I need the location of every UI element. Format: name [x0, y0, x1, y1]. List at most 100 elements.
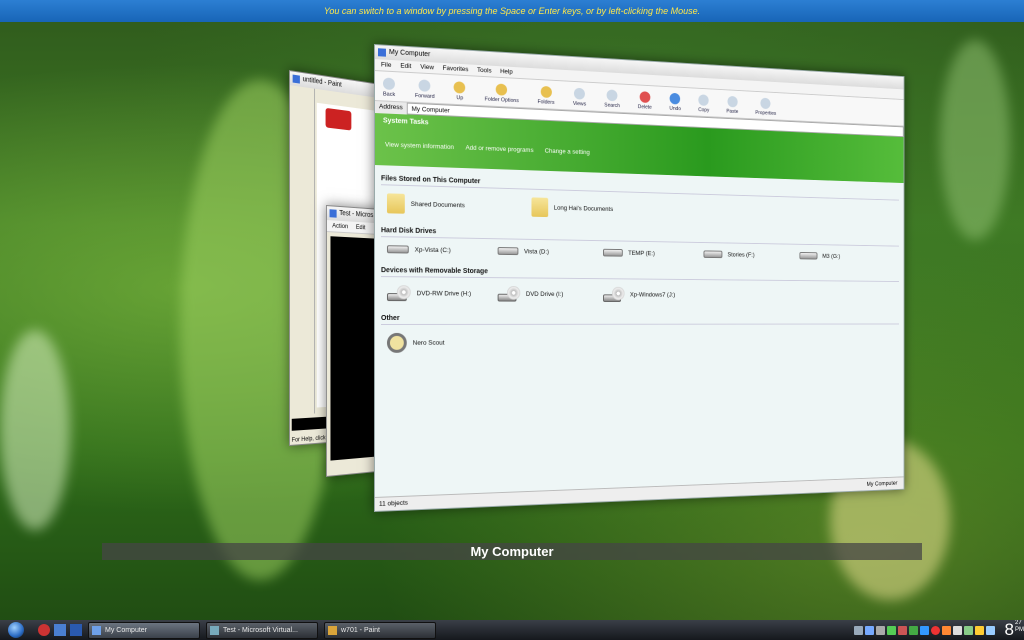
drive-i-item[interactable]: DVD Drive (I:)	[498, 286, 600, 302]
address-label: Address	[379, 101, 403, 114]
system-tray	[854, 626, 999, 635]
nero-scout-item[interactable]: Nero Scout	[387, 333, 494, 353]
menu-help[interactable]: Help	[500, 66, 513, 77]
copy-button[interactable]: Copy	[698, 94, 709, 113]
status-location: My Computer	[867, 478, 898, 492]
drive-c-item[interactable]: Xp-Vista (C:)	[387, 245, 494, 255]
computer-icon	[378, 48, 386, 56]
drive-j-item[interactable]: Xp-Windows7 (J:)	[603, 287, 700, 303]
hard-drive-icon	[603, 249, 623, 257]
drive-h-item[interactable]: DVD-RW Drive (H:)	[387, 285, 494, 301]
window-title: My Computer	[389, 49, 430, 58]
up-folder-icon	[454, 81, 466, 93]
tray-icon[interactable]	[898, 626, 907, 635]
tray-icon[interactable]	[865, 626, 874, 635]
change-setting-link[interactable]: Change a setting	[545, 148, 590, 156]
virtual-pc-icon	[330, 209, 337, 217]
volume-icon[interactable]	[986, 626, 995, 635]
drive-d-item[interactable]: Vista (D:)	[498, 247, 600, 256]
dvd-drive-icon	[603, 287, 625, 302]
menu-tools[interactable]: Tools	[477, 65, 491, 77]
drive-g-item[interactable]: M3 (G:)	[799, 252, 888, 261]
paint-status: For Help, click H	[292, 435, 331, 444]
folders-button[interactable]: Folders	[537, 86, 554, 106]
quick-launch	[38, 624, 82, 636]
tray-icon[interactable]	[854, 626, 863, 635]
tray-icon[interactable]	[975, 626, 984, 635]
clock-hour: 8	[1005, 620, 1014, 640]
back-button[interactable]: Back	[383, 77, 395, 98]
drive-f-item[interactable]: Stories (F:)	[704, 250, 797, 259]
tray-icon[interactable]	[942, 626, 951, 635]
copy-icon	[699, 94, 709, 106]
back-arrow-icon	[383, 77, 395, 90]
folders-icon	[540, 86, 551, 98]
media-player-icon[interactable]	[38, 624, 50, 636]
search-icon	[607, 89, 618, 101]
tray-icon[interactable]	[876, 626, 885, 635]
delete-button[interactable]: Delete	[638, 91, 652, 111]
status-count: 11 objects	[379, 500, 408, 508]
paste-icon	[727, 96, 737, 108]
up-button[interactable]: Up	[454, 81, 466, 101]
menu-favorites[interactable]: Favorites	[443, 63, 469, 75]
shared-documents-item[interactable]: Shared Documents	[387, 193, 494, 215]
forward-button[interactable]: Forward	[415, 79, 435, 100]
folder-options-icon	[496, 84, 507, 96]
delete-icon	[640, 91, 651, 103]
tray-icon[interactable]	[964, 626, 973, 635]
menu-edit[interactable]: Edit	[356, 222, 366, 233]
add-remove-programs-link[interactable]: Add or remove programs	[466, 145, 534, 154]
menu-file[interactable]: File	[381, 59, 391, 71]
undo-icon	[670, 93, 680, 105]
properties-button[interactable]: Properties	[755, 97, 776, 116]
paint-app-icon	[293, 75, 300, 84]
dvd-drive-icon	[498, 286, 521, 302]
clock[interactable]: 8 27 PM	[1005, 620, 1024, 640]
show-desktop-icon[interactable]	[54, 624, 66, 636]
folder-icon	[531, 197, 548, 217]
nero-scout-icon	[387, 333, 407, 353]
views-icon	[574, 88, 585, 100]
flip3d-window-caption: My Computer	[102, 543, 922, 560]
undo-button[interactable]: Undo	[669, 93, 680, 112]
my-computer-window[interactable]: My Computer File Edit View Favorites Too…	[374, 44, 904, 512]
clock-ampm: PM	[1015, 627, 1024, 633]
record-icon	[326, 108, 352, 131]
folder-options-button[interactable]: Folder Options	[485, 83, 519, 104]
menu-view[interactable]: View	[420, 62, 434, 74]
forward-arrow-icon	[419, 79, 431, 91]
section-heading: Other	[381, 315, 899, 325]
hard-drive-icon	[498, 247, 519, 255]
computer-icon	[92, 626, 101, 635]
dvd-drive-icon	[387, 285, 411, 301]
hard-drive-icon	[704, 250, 723, 258]
taskbar: My Computer Test - Microsoft Virtual... …	[0, 620, 1024, 640]
paste-button[interactable]: Paste	[726, 96, 738, 115]
hard-drive-icon	[799, 252, 817, 260]
menu-action[interactable]: Action	[332, 220, 348, 232]
clock-minute: 27	[1015, 620, 1022, 626]
switch-windows-icon[interactable]	[70, 624, 82, 636]
search-button[interactable]: Search	[604, 89, 620, 109]
tray-icon[interactable]	[909, 626, 918, 635]
items-pane: Files Stored on This Computer Shared Doc…	[375, 165, 904, 465]
start-orb-icon[interactable]	[8, 622, 24, 638]
taskbar-button-my-computer[interactable]: My Computer	[88, 622, 200, 639]
menu-edit[interactable]: Edit	[400, 61, 411, 73]
view-system-info-link[interactable]: View system information	[385, 141, 454, 151]
taskbar-button-paint[interactable]: w701 - Paint	[324, 622, 436, 639]
views-button[interactable]: Views	[573, 88, 586, 108]
properties-icon	[761, 98, 771, 109]
paint-icon	[328, 626, 337, 635]
paint-toolbox[interactable]	[290, 85, 315, 415]
taskbar-button-test-vm[interactable]: Test - Microsoft Virtual...	[206, 622, 318, 639]
tray-icon[interactable]	[931, 626, 940, 635]
test-title: Test - Micros	[339, 210, 373, 219]
tray-icon[interactable]	[953, 626, 962, 635]
tray-icon[interactable]	[920, 626, 929, 635]
status-bar: 11 objects My Computer	[375, 476, 904, 511]
tray-icon[interactable]	[887, 626, 896, 635]
long-hais-documents-item[interactable]: Long Hai's Documents	[531, 197, 631, 219]
drive-e-item[interactable]: TEMP (E:)	[603, 249, 700, 258]
